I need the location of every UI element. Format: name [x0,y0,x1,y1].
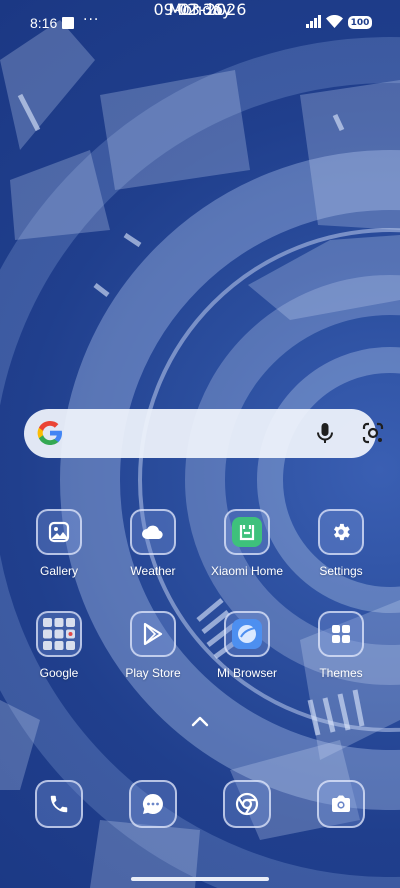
messages-icon [142,793,163,814]
gear-icon [334,523,350,541]
dock-chrome[interactable] [202,780,292,828]
app-themes[interactable]: Themes [296,611,386,680]
settings-tile [318,509,364,555]
app-label: Gallery [39,564,78,578]
xiaomi-home-icon [232,517,262,547]
app-label: Play Store [125,666,181,680]
gallery-tile [36,509,82,555]
phone-icon [50,795,68,813]
browser-icon [232,619,262,649]
play-store-tile [130,611,176,657]
app-label: Weather [130,564,176,578]
home-screen: 8:16 ··· 100 02:36 09-03-2026 Monday Gal… [0,0,400,888]
google-folder-tile [36,611,82,657]
google-search-bar[interactable] [24,409,384,458]
app-label: Google [39,666,79,680]
dock-messages[interactable] [108,780,198,828]
app-google-folder[interactable]: Google [14,611,104,680]
google-logo-icon [37,421,62,445]
themes-icon [332,625,350,643]
play-store-icon [143,622,163,646]
camera-icon [332,795,350,812]
app-mi-browser[interactable]: Mi Browser [202,611,292,680]
clock-day: Monday [168,0,232,19]
camera-tile [317,780,365,828]
chrome-icon [235,792,259,816]
app-label: Xiaomi Home [210,564,284,578]
messages-tile [129,780,177,828]
microphone-icon[interactable] [313,421,337,445]
google-lens-icon[interactable] [361,421,385,445]
gallery-icon [48,521,70,543]
themes-tile [318,611,364,657]
app-xiaomi-home[interactable]: Xiaomi Home [202,509,292,578]
app-gallery[interactable]: Gallery [14,509,104,578]
chrome-tile [223,780,271,828]
app-weather[interactable]: Weather [108,509,198,578]
chevron-up-icon[interactable] [190,714,210,728]
app-label: Settings [319,564,363,578]
app-label: Themes [319,666,363,680]
app-play-store[interactable]: Play Store [108,611,198,680]
app-settings[interactable]: Settings [296,509,386,578]
mi-browser-tile [224,611,270,657]
cloud-icon [142,525,163,539]
dock-camera[interactable] [296,780,386,828]
app-label: Mi Browser [216,666,277,680]
weather-tile [130,509,176,555]
folder-icon [43,618,75,650]
home-indicator[interactable] [131,877,269,881]
dock-phone[interactable] [14,780,104,828]
xiaomi-home-tile [224,509,270,555]
phone-tile [35,780,83,828]
